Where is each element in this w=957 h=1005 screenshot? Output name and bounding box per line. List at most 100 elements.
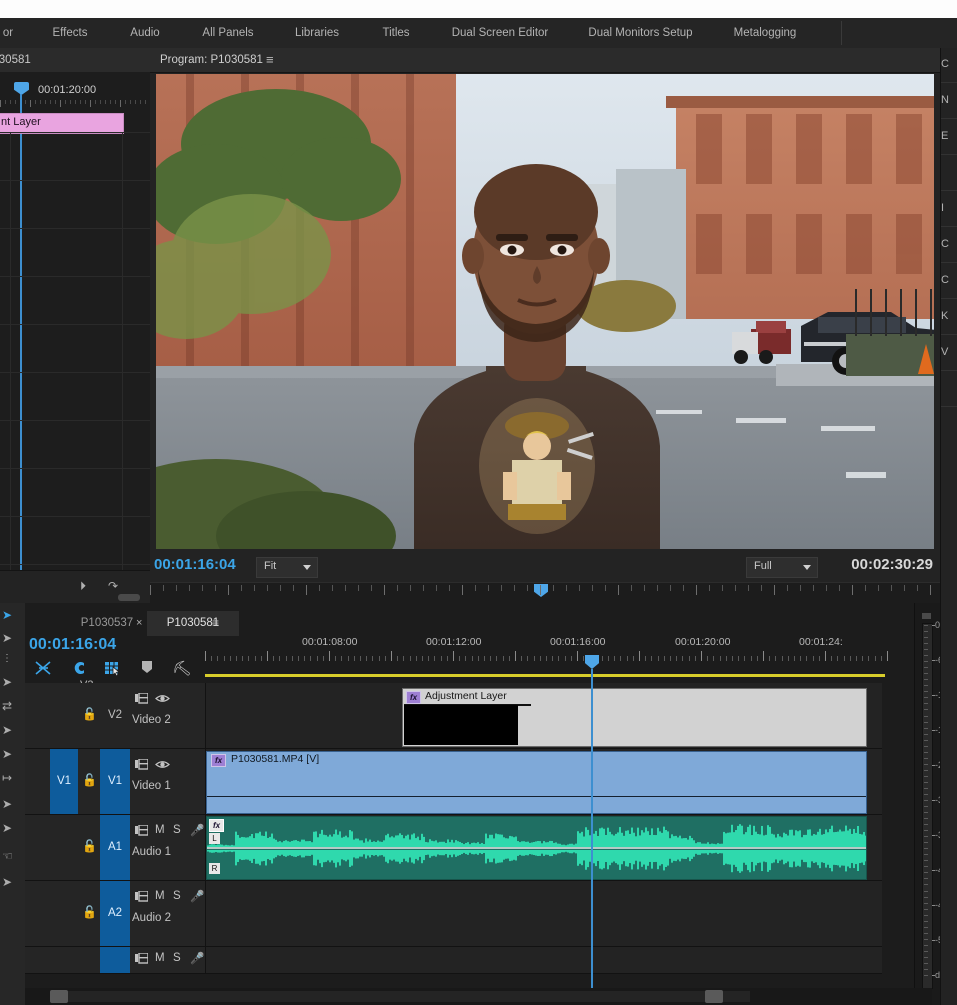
timeline-ruler[interactable]: 00:01:08:00 00:01:12:00 00:01:16:00 00:01:2… bbox=[205, 636, 888, 674]
rectangle-tool-icon[interactable]: ➤ bbox=[2, 821, 12, 835]
pen-tool-icon[interactable]: ➤ bbox=[2, 797, 12, 811]
timeline-work-area-bar[interactable] bbox=[205, 674, 885, 677]
hamburger-icon[interactable]: ≡ bbox=[212, 611, 219, 636]
track-header-audio1[interactable]: 🔓 A1 M S 🎤 Audio 1 bbox=[25, 815, 206, 880]
clip-adjustment-layer[interactable]: fx Adjustment Layer bbox=[402, 688, 867, 747]
playback-resolution-select[interactable]: Full bbox=[746, 557, 818, 578]
zoom-level-select[interactable]: Fit bbox=[256, 557, 318, 578]
selection-tool-icon[interactable]: ➤ bbox=[2, 608, 12, 622]
program-monitor-scrub-playhead[interactable] bbox=[534, 584, 548, 597]
track-lane-video2[interactable]: fx Adjustment Layer bbox=[206, 683, 882, 748]
right-panel-row-4[interactable]: I bbox=[941, 202, 957, 214]
eye-icon[interactable] bbox=[155, 759, 170, 773]
workspace-item-titles[interactable]: Titles bbox=[366, 18, 426, 48]
razor-tool-icon[interactable]: ➤ bbox=[2, 723, 12, 737]
target-track-a2[interactable]: A2 bbox=[100, 881, 130, 946]
timeline-settings-button[interactable]: ⛏ bbox=[171, 658, 193, 679]
insert-overwrite-toggle[interactable] bbox=[104, 660, 121, 679]
mute-track-button[interactable]: M bbox=[155, 952, 165, 964]
workspace-item-editing[interactable]: or bbox=[0, 18, 28, 48]
track-lane-audio3[interactable] bbox=[206, 947, 882, 973]
timeline-scroll-thumb[interactable] bbox=[50, 991, 750, 1002]
right-panel-row-5[interactable]: C bbox=[941, 238, 957, 250]
slide-tool-icon[interactable]: ↦ bbox=[2, 771, 12, 785]
track-header-video2[interactable]: 🔓 V2 Video 2 bbox=[25, 683, 206, 748]
mute-track-button[interactable]: M bbox=[155, 824, 165, 836]
workspace-item-dual-monitors-setup[interactable]: Dual Monitors Setup bbox=[572, 18, 709, 48]
eye-icon[interactable] bbox=[155, 693, 170, 707]
track-select-forward-icon[interactable]: ➤ bbox=[2, 631, 12, 645]
microphone-icon[interactable]: 🎤 bbox=[190, 823, 204, 837]
timeline-playhead-timecode[interactable]: 00:01:16:04 bbox=[29, 636, 116, 654]
left-panel-adjustment-clip[interactable]: nt Layer bbox=[0, 113, 124, 134]
workspace-item-libraries[interactable]: Libraries bbox=[280, 18, 354, 48]
tab-P1030581[interactable]: P1030581 bbox=[147, 611, 239, 636]
rate-stretch-tool-icon[interactable]: ⇄ bbox=[2, 699, 12, 713]
hamburger-icon[interactable]: ≡ bbox=[266, 48, 274, 72]
track-lane-audio2[interactable] bbox=[206, 881, 882, 946]
workspace-item-dual-screen-editor[interactable]: Dual Screen Editor bbox=[440, 18, 560, 48]
track-sync-icon[interactable] bbox=[135, 824, 149, 839]
right-panel-row-6[interactable]: C bbox=[941, 274, 957, 286]
track-header-video1[interactable]: V1 🔓 V1 Video 1 bbox=[25, 749, 206, 814]
close-icon[interactable]: × bbox=[136, 611, 142, 636]
program-monitor-title[interactable]: Program: P1030581 bbox=[160, 48, 263, 72]
clip-audio-p1030581[interactable]: fx L R bbox=[206, 816, 867, 880]
track-header-audio3[interactable]: M S 🎤 bbox=[25, 947, 206, 973]
ripple-edit-tool-icon[interactable]: ⋮ bbox=[2, 653, 12, 664]
clip-video-p1030581[interactable]: fx P1030581.MP4 [V] bbox=[206, 751, 867, 814]
unlock-icon[interactable]: 🔓 bbox=[82, 707, 97, 721]
zoom-tool-icon[interactable]: ➤ bbox=[2, 875, 12, 889]
program-monitor-current-timecode[interactable]: 00:01:16:04 bbox=[154, 556, 236, 573]
export-icon[interactable]: ↷ bbox=[108, 579, 118, 593]
rolling-edit-tool-icon[interactable]: ➤ bbox=[2, 675, 12, 689]
audio-meter-clip-indicator[interactable] bbox=[922, 613, 931, 619]
target-track-a3[interactable] bbox=[100, 947, 130, 973]
right-panel-row-2[interactable]: E bbox=[941, 130, 957, 142]
track-sync-icon[interactable] bbox=[135, 692, 149, 707]
play-around-icon[interactable]: ⏵ bbox=[80, 579, 86, 594]
source-track-indicator-v1[interactable]: V1 bbox=[50, 749, 78, 814]
microphone-icon[interactable]: 🎤 bbox=[190, 889, 204, 903]
right-panel-row-0[interactable]: C bbox=[941, 58, 957, 70]
add-marker-button[interactable] bbox=[141, 660, 153, 677]
timeline-zoom-handle-right[interactable] bbox=[705, 990, 723, 1003]
track-lane-video1[interactable]: fx P1030581.MP4 [V] bbox=[206, 749, 882, 814]
timeline-horizontal-scrollbar[interactable] bbox=[25, 988, 932, 1005]
program-monitor-duration-timecode: 00:02:30:29 bbox=[851, 556, 933, 573]
solo-track-button[interactable]: S bbox=[173, 890, 181, 902]
unlock-icon[interactable]: 🔓 bbox=[82, 773, 97, 787]
left-panel-tab-label[interactable]: 1030581 bbox=[0, 48, 31, 72]
track-sync-icon[interactable] bbox=[135, 890, 149, 905]
linked-selection-toggle[interactable] bbox=[35, 660, 52, 679]
program-monitor-video[interactable] bbox=[156, 74, 934, 549]
hand-tool-icon[interactable]: ☜ bbox=[2, 849, 13, 863]
timeline-zoom-handle-left[interactable] bbox=[50, 990, 68, 1003]
timeline-ruler-label-4: 00:01:24: bbox=[799, 636, 843, 648]
right-panel-row-7[interactable]: K bbox=[941, 310, 957, 322]
microphone-icon[interactable]: 🎤 bbox=[190, 951, 204, 965]
unlock-icon[interactable]: 🔓 bbox=[82, 905, 97, 919]
workspace-item-metalogging[interactable]: Metalogging bbox=[718, 18, 812, 48]
right-panel-row-1[interactable]: N bbox=[941, 94, 957, 106]
mute-track-button[interactable]: M bbox=[155, 890, 165, 902]
solo-track-button[interactable]: S bbox=[173, 824, 181, 836]
track-sync-icon[interactable] bbox=[135, 952, 149, 967]
target-track-a1[interactable]: A1 bbox=[100, 815, 130, 880]
unlock-icon[interactable]: 🔓 bbox=[82, 839, 97, 853]
right-panel-row-8[interactable]: V bbox=[941, 346, 957, 358]
target-track-v1[interactable]: V1 bbox=[100, 749, 130, 814]
track-sync-icon[interactable] bbox=[135, 758, 149, 773]
workspace-item-all-panels[interactable]: All Panels bbox=[183, 18, 273, 48]
program-monitor-scrubbar[interactable] bbox=[150, 582, 940, 605]
snap-toggle[interactable] bbox=[71, 660, 87, 679]
track-lane-audio1[interactable]: fx L R bbox=[206, 815, 882, 880]
workspace-item-effects[interactable]: Effects bbox=[33, 18, 107, 48]
slip-tool-icon[interactable]: ➤ bbox=[2, 747, 12, 761]
left-panel-scrollbar[interactable] bbox=[118, 594, 140, 601]
solo-track-button[interactable]: S bbox=[173, 952, 181, 964]
workspace-item-audio[interactable]: Audio bbox=[115, 18, 175, 48]
source-patch-v2[interactable]: V2 bbox=[100, 693, 130, 738]
track-header-audio2[interactable]: 🔓 A2 M S 🎤 Audio 2 bbox=[25, 881, 206, 946]
meter-minor-tick bbox=[924, 721, 928, 723]
